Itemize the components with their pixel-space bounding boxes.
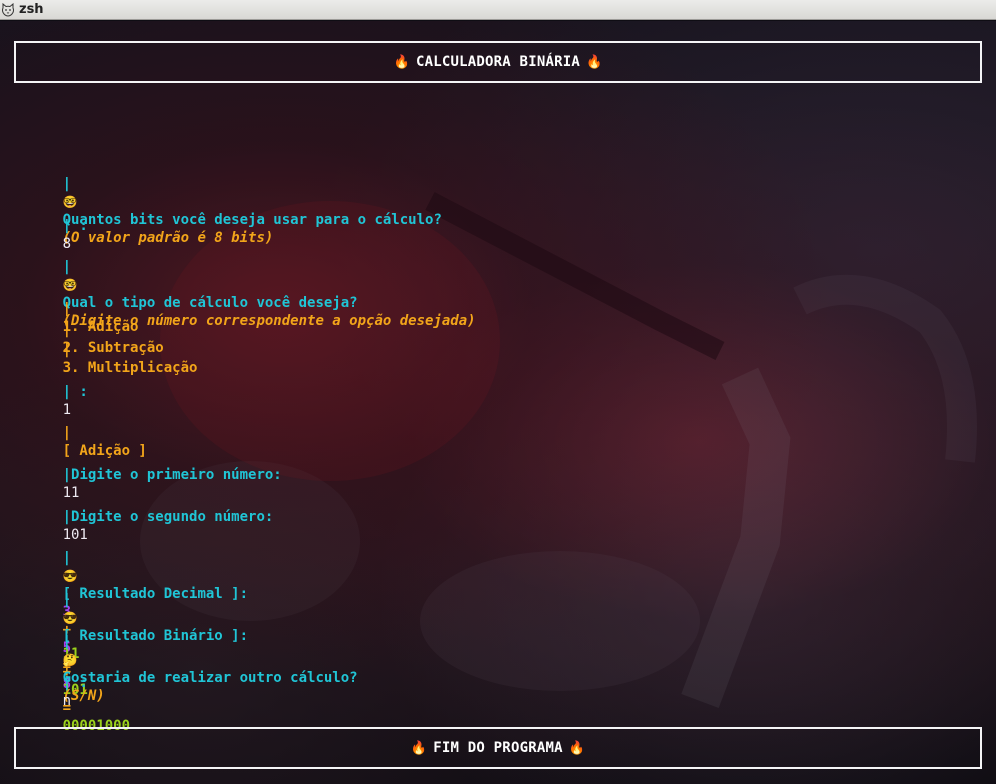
header-title: CALCULADORA BINÁRIA <box>416 54 580 70</box>
window-title: zsh <box>19 2 44 17</box>
prompt-question: Gostaria de realizar outro cálculo? <box>62 670 358 686</box>
cat-face-icon <box>2 3 14 17</box>
line-bar: | <box>62 550 72 566</box>
section-bar: | <box>62 425 72 441</box>
fire-icon: 🔥 <box>585 54 603 70</box>
terminal-window: zsh 🔥 CALCULADORA BINÁRIA 🔥 | 🤓 Quantos … <box>0 0 996 784</box>
prompt-bar: | <box>62 634 72 650</box>
fire-icon: 🔥 <box>568 740 586 756</box>
terminal-area[interactable]: 🔥 CALCULADORA BINÁRIA 🔥 | 🤓 Quantos bits… <box>0 21 996 784</box>
footer-banner: 🔥 FIM DO PROGRAMA 🔥 <box>14 727 982 769</box>
line-bar: | <box>62 509 72 525</box>
header-banner: 🔥 CALCULADORA BINÁRIA 🔥 <box>14 41 982 83</box>
window-titlebar[interactable]: zsh <box>0 0 996 20</box>
prompt-question: Quantos bits você deseja usar para o cál… <box>62 212 442 228</box>
input-prefix: | : <box>62 384 88 400</box>
option-bar: | <box>62 342 72 358</box>
line-bar: | <box>62 467 72 483</box>
second-number-label: Digite o segundo número: <box>71 509 274 525</box>
footer-title: FIM DO PROGRAMA <box>433 740 563 756</box>
prompt-bar: | <box>62 259 72 275</box>
input-prefix: | : <box>62 675 88 691</box>
input-prefix: | : <box>62 218 88 234</box>
input-again[interactable]: | : n <box>12 656 88 728</box>
input-value: n <box>62 693 72 709</box>
fire-icon: 🔥 <box>393 54 411 70</box>
line-bar: | <box>62 592 72 608</box>
first-number-label: Digite o primeiro número: <box>71 467 282 483</box>
fire-icon: 🔥 <box>410 740 428 756</box>
prompt-bar: | <box>62 176 72 192</box>
